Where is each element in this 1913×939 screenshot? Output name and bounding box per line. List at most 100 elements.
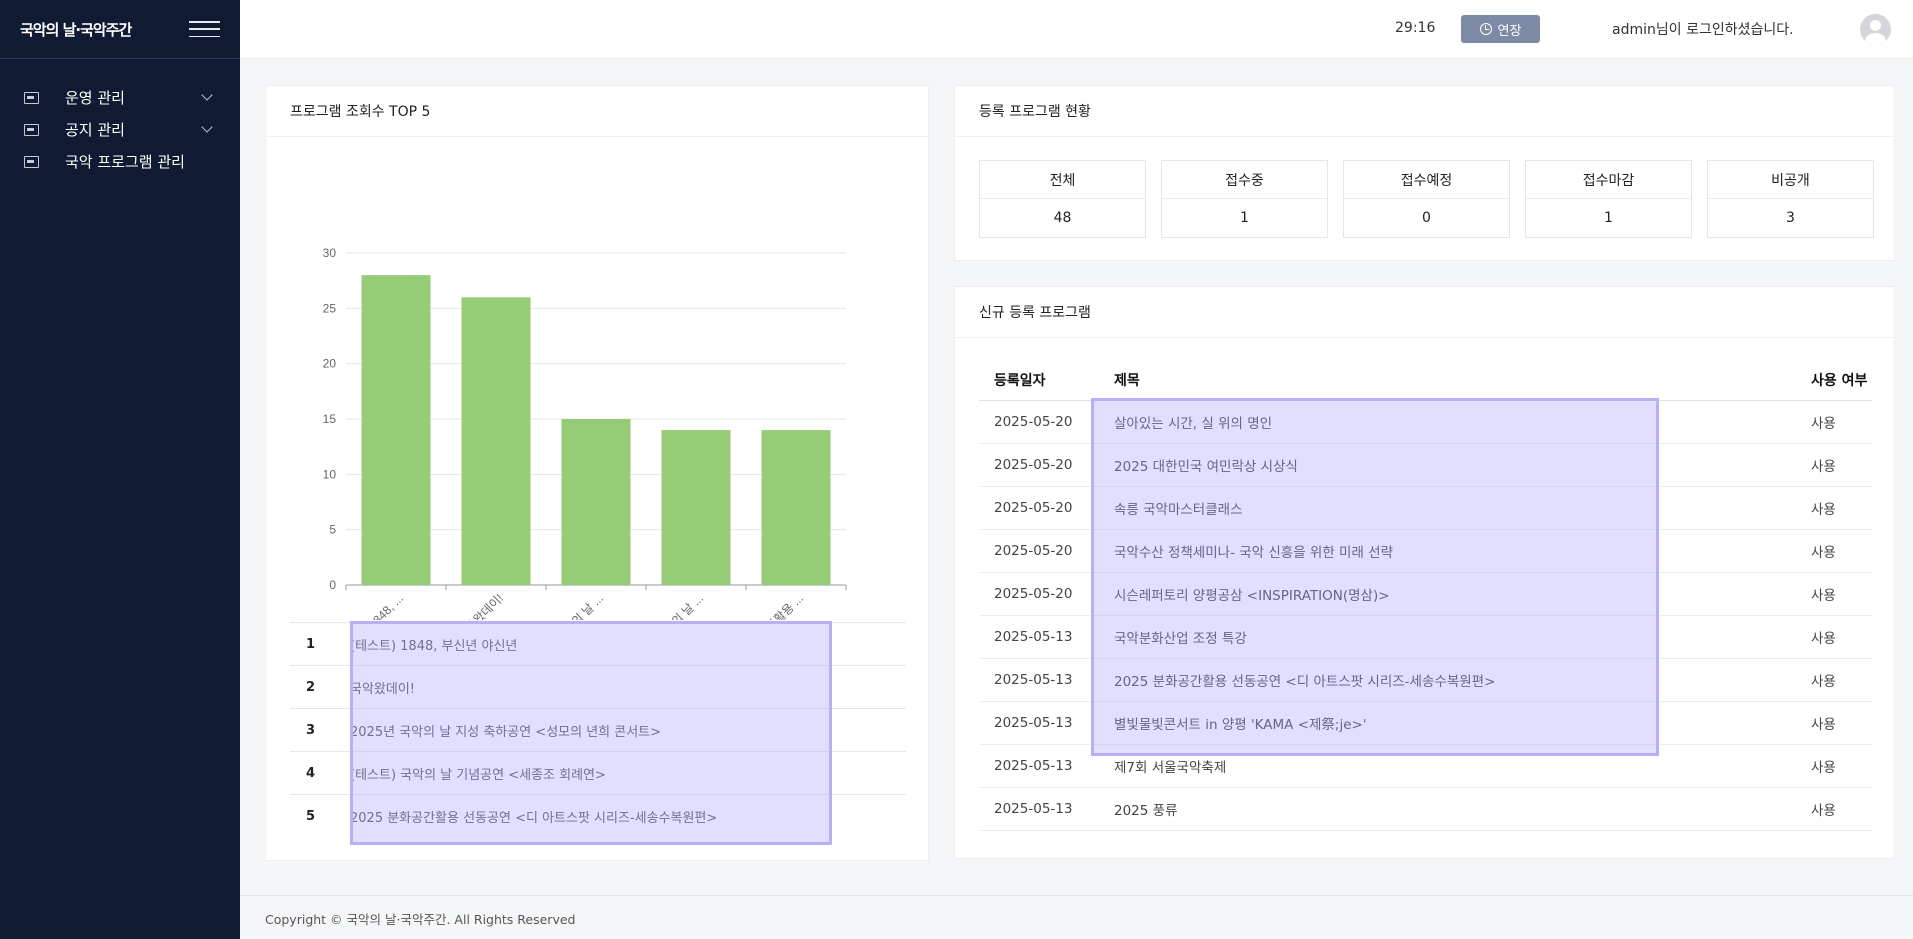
row-use-status: 사용: [1802, 658, 1872, 702]
sidebar-item-notice[interactable]: 공지 관리: [0, 113, 240, 145]
y-tick-label: 0: [329, 578, 336, 592]
row-use-status: 사용: [1802, 572, 1872, 616]
table-row[interactable]: 2025-05-20 2025 대한민국 여민락상 시상식 사용: [979, 443, 1872, 487]
program-name[interactable]: 2025년 국악의 날 지성 축하공연 <성모의 년희 콘서트>: [350, 708, 906, 752]
table-row[interactable]: 2025-05-20 시슨레퍼토리 양평공삼 <INSPIRATION(명삼)> 사…: [979, 572, 1872, 616]
table-row[interactable]: 3 2025년 국악의 날 지성 축하공연 <성모의 년희 콘서트>: [290, 708, 906, 752]
row-use-status: 사용: [1802, 701, 1872, 745]
status-box: 접수마감 1: [1525, 160, 1692, 238]
row-title[interactable]: 2025 풍류: [1099, 787, 1802, 831]
row-date: 2025-05-13: [979, 744, 1099, 788]
row-title[interactable]: 제7회 서울국악축제: [1099, 744, 1802, 788]
y-tick-label: 15: [323, 412, 337, 426]
row-date: 2025-05-13: [979, 615, 1099, 659]
table-row[interactable]: 2025-05-20 살아있는 시간, 실 위의 명인 사용: [979, 400, 1872, 444]
column-header-use: 사용 여부: [1802, 360, 1872, 401]
user-avatar-icon[interactable]: [1860, 14, 1891, 45]
table-row[interactable]: 2025-05-13 2025 풍류 사용: [979, 787, 1872, 831]
sidebar-item-program[interactable]: 국악 프로그램 관리: [0, 145, 240, 177]
y-tick-label: 20: [323, 357, 337, 371]
menu-toggle-icon[interactable]: [189, 21, 220, 37]
program-name[interactable]: 국악왔데이!: [350, 665, 906, 709]
y-tick-label: 30: [323, 246, 337, 260]
status-title: 등록 프로그램 현황: [955, 86, 1894, 137]
table-row[interactable]: 2025-05-13 국악분화산업 조정 특강 사용: [979, 615, 1872, 659]
row-use-status: 사용: [1802, 787, 1872, 831]
rank-number: 3: [290, 708, 350, 752]
row-title[interactable]: 국악수산 정책세미나- 국악 신흥을 위한 미래 선략: [1099, 529, 1802, 573]
row-title[interactable]: 시슨레퍼토리 양평공삼 <INSPIRATION(명삼)>: [1099, 572, 1802, 616]
bar: [461, 297, 531, 585]
status-box: 접수예정 0: [1343, 160, 1510, 238]
program-name[interactable]: (테스트) 국악의 날 기념공연 <세종조 회례연>: [350, 751, 906, 795]
rank-number: 5: [290, 794, 350, 838]
sidebar-nav: 운영 관리 공지 관리 국악 프로그램 관리: [0, 59, 240, 177]
table-row[interactable]: 4 (테스트) 국악의 날 기념공연 <세종조 회례연>: [290, 751, 906, 795]
top5-title: 프로그램 조회수 TOP 5: [266, 86, 928, 137]
sidebar-item-label: 국악 프로그램 관리: [65, 152, 185, 171]
rank-number: 4: [290, 751, 350, 795]
extend-label: 연장: [1497, 23, 1522, 39]
sidebar-item-operation[interactable]: 운영 관리: [0, 81, 240, 113]
row-use-status: 사용: [1802, 400, 1872, 444]
login-message: admin님이 로그인하셨습니다.: [1612, 22, 1794, 38]
table-row[interactable]: 2025-05-20 속릉 국악마스터클래스 사용: [979, 486, 1872, 530]
x-tick-label: 2025 분화공간활용 ...: [719, 591, 806, 620]
extend-session-button[interactable]: 연장: [1461, 15, 1540, 43]
row-title[interactable]: 살아있는 시간, 실 위의 명인: [1099, 400, 1802, 444]
row-date: 2025-05-13: [979, 787, 1099, 831]
chevron-down-icon: [201, 88, 213, 101]
status-value: 0: [1422, 210, 1431, 226]
row-date: 2025-05-20: [979, 400, 1099, 444]
rank-number: 1: [290, 622, 350, 666]
row-title[interactable]: 2025 대한민국 여민락상 시상식: [1099, 443, 1802, 487]
top5-table: 1 (테스트) 1848, 부신년 야신년 2 국악왔데이! 3 2025년 국악의 날 …: [290, 622, 906, 838]
row-use-status: 사용: [1802, 744, 1872, 788]
row-title[interactable]: 국악분화산업 조정 특강: [1099, 615, 1802, 659]
status-label: 전체: [980, 161, 1145, 199]
y-tick-label: 25: [323, 301, 337, 315]
status-label: 접수중: [1162, 161, 1327, 199]
status-value: 3: [1786, 210, 1795, 226]
row-date: 2025-05-20: [979, 572, 1099, 616]
table-row[interactable]: 1 (테스트) 1848, 부신년 야신년: [290, 622, 906, 666]
clock-icon: [1479, 23, 1492, 35]
program-name[interactable]: (테스트) 1848, 부신년 야신년: [350, 622, 906, 666]
status-label: 비공개: [1708, 161, 1873, 199]
status-label: 접수예정: [1344, 161, 1509, 199]
row-date: 2025-05-20: [979, 529, 1099, 573]
bar: [361, 275, 431, 585]
table-row[interactable]: 5 2025 분화공간활용 선동공연 <디 아트스팟 시리즈-세송수복원편>: [290, 794, 906, 838]
top5-bar-chart: 0 5 10 15 20 25 30 (테스트) 1848, ... 국악왔데이! 2025년 국…: [323, 246, 847, 620]
brand-title[interactable]: 국악의 날·국악주간: [20, 19, 132, 40]
x-tick-label: 국악왔데이!: [454, 591, 506, 620]
status-label: 접수마감: [1526, 161, 1691, 199]
new-programs-table: 등록일자 제목 사용 여부 2025-05-20 살아있는 시간, 실 위의 명인…: [979, 360, 1872, 831]
table-row[interactable]: 2025-05-13 별빛물빛콘서트 in 양평 'KAMA <제祭;je>' 사용: [979, 701, 1872, 745]
x-tick-label: (테스트) 1848, ...: [334, 591, 406, 620]
new-programs-card: 신규 등록 프로그램 등록일자 제목 사용 여부 2025-05-20 살아있는 …: [954, 286, 1895, 859]
status-box: 접수중 1: [1161, 160, 1328, 238]
x-tick-label: 2025년 국악의 날 ...: [524, 591, 606, 620]
row-title[interactable]: 별빛물빛콘서트 in 양평 'KAMA <제祭;je>': [1099, 701, 1802, 745]
row-title[interactable]: 2025 분화공간활용 선동공연 <디 아트스팟 시리즈-세송수복원편>: [1099, 658, 1802, 702]
row-date: 2025-05-13: [979, 658, 1099, 702]
footer: Copyright © 국악의 날·국악주간. All Rights Reser…: [240, 895, 1913, 939]
table-row[interactable]: 2025-05-20 국악수산 정책세미나- 국악 신흥을 위한 미래 선략 사용: [979, 529, 1872, 573]
status-grid: 전체 48 접수중 1 접수예정 0 접수마감 1 비공개 3: [979, 160, 1874, 238]
column-header-title: 제목: [1099, 360, 1802, 401]
table-row[interactable]: 2025-05-13 2025 분화공간활용 선동공연 <디 아트스팟 시리즈-세…: [979, 658, 1872, 702]
program-name[interactable]: 2025 분화공간활용 선동공연 <디 아트스팟 시리즈-세송수복원편>: [350, 794, 906, 838]
row-use-status: 사용: [1802, 443, 1872, 487]
new-programs-title: 신규 등록 프로그램: [955, 287, 1894, 338]
y-tick-label: 5: [329, 523, 336, 537]
row-date: 2025-05-20: [979, 486, 1099, 530]
brand-bar: 국악의 날·국악주간: [0, 0, 240, 59]
table-row[interactable]: 2025-05-13 제7회 서울국악축제 사용: [979, 744, 1872, 788]
status-box: 전체 48: [979, 160, 1146, 238]
copyright-text: Copyright © 국악의 날·국악주간. All Rights Reser…: [265, 912, 576, 927]
table-row[interactable]: 2 국악왔데이!: [290, 665, 906, 709]
row-use-status: 사용: [1802, 486, 1872, 530]
y-tick-label: 10: [323, 467, 337, 481]
row-title[interactable]: 속릉 국악마스터클래스: [1099, 486, 1802, 530]
